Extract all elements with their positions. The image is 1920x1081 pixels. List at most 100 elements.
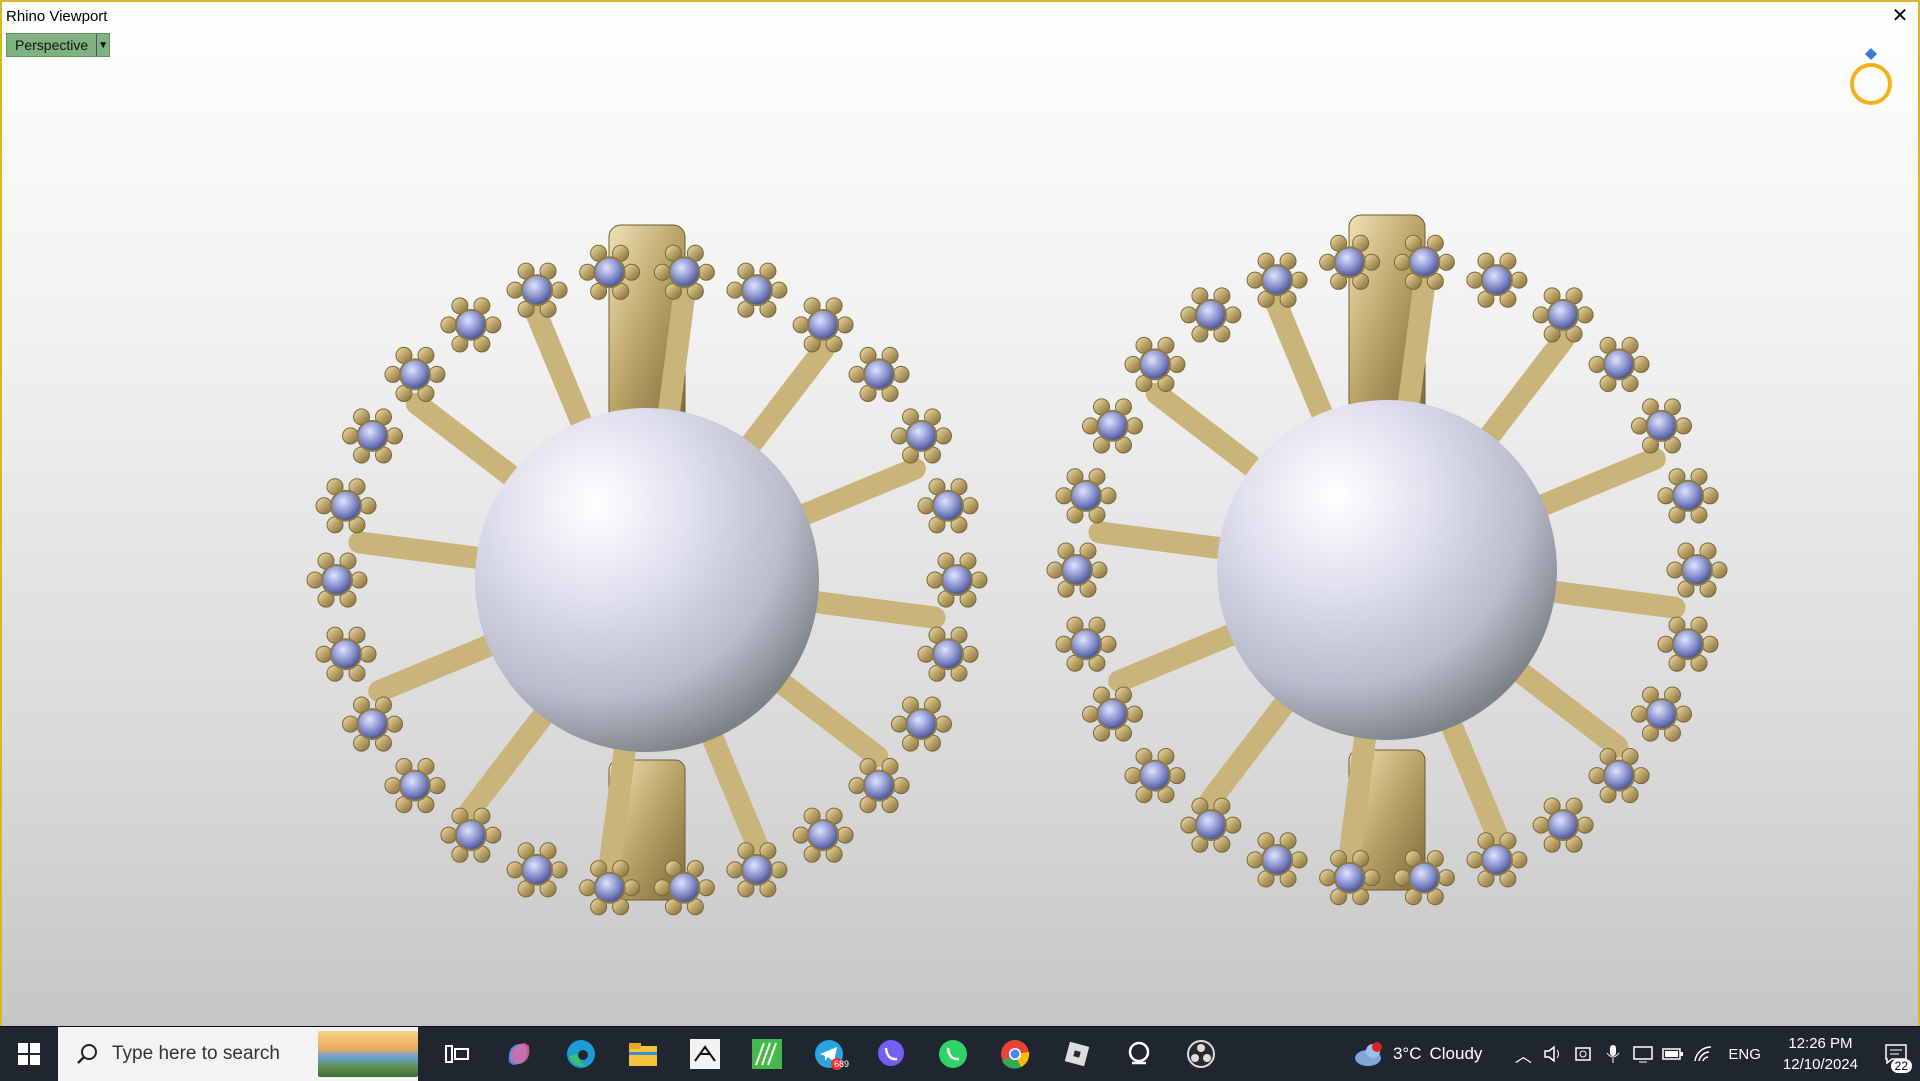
prong-bead [1055, 487, 1073, 505]
gemstone [905, 708, 938, 741]
wifi-button[interactable] [1688, 1027, 1718, 1081]
prong-bead [1532, 816, 1550, 834]
copilot-button[interactable] [488, 1027, 550, 1081]
volume-button[interactable] [1538, 1027, 1568, 1081]
prong-bead [792, 826, 810, 844]
prong-bead [1666, 561, 1684, 579]
prong-bead [961, 645, 979, 663]
prong-bead [1224, 816, 1242, 834]
whatsapp-button[interactable] [922, 1027, 984, 1081]
gemstone [1671, 479, 1704, 512]
prong-bead [1510, 271, 1528, 289]
file-explorer-button[interactable] [612, 1027, 674, 1081]
edge-icon [567, 1040, 595, 1068]
prong-bead [917, 497, 935, 515]
matrix-icon [752, 1039, 782, 1069]
spoke [368, 628, 516, 703]
prong-bead [890, 427, 908, 445]
prong-bead [1710, 561, 1728, 579]
prong-bead [1124, 767, 1142, 785]
prong-bead [892, 777, 910, 795]
prong-bead [1168, 355, 1186, 373]
prong-bead [1099, 635, 1117, 653]
prong-bead [428, 365, 446, 383]
prong-bead [428, 777, 446, 795]
clock-time: 12:26 PM [1788, 1035, 1853, 1052]
camera-button[interactable] [1568, 1027, 1598, 1081]
spoke [695, 711, 770, 859]
wifi-icon [1694, 1046, 1712, 1062]
prong-bead [1437, 869, 1455, 887]
prong-bead [961, 497, 979, 515]
gemstone [1547, 809, 1580, 842]
spoke [758, 663, 889, 768]
gemstone [668, 871, 701, 904]
prong-bead [350, 571, 368, 589]
search-box[interactable]: Type here to search [58, 1027, 418, 1081]
prong-bead [848, 777, 866, 795]
prong-bead [1290, 271, 1308, 289]
prong-bead [1532, 306, 1550, 324]
earring-left [306, 224, 988, 916]
prong-bead [1046, 561, 1064, 579]
start-button[interactable] [0, 1027, 58, 1081]
prong-bead [1466, 851, 1484, 869]
prong-bead [1319, 869, 1337, 887]
clock-date: 12/10/2024 [1782, 1056, 1858, 1073]
prong-bead [770, 281, 788, 299]
gemstone [593, 256, 626, 289]
gemstone [1070, 479, 1103, 512]
clock[interactable]: 12:26 PM 12/10/2024 [1783, 1033, 1858, 1075]
matrix-button[interactable] [736, 1027, 798, 1081]
telegram-button[interactable]: 689 [798, 1027, 860, 1081]
display-button[interactable] [1628, 1027, 1658, 1081]
prong-bead [1630, 705, 1648, 723]
prong-bead [792, 316, 810, 334]
battery-button[interactable] [1658, 1027, 1688, 1081]
gemstone [1681, 554, 1713, 586]
prong-bead [623, 263, 641, 281]
chevron-up-icon: ︿ [1514, 1046, 1532, 1066]
task-view-button[interactable] [426, 1027, 488, 1081]
prong-bead [1657, 635, 1675, 653]
gemstone [931, 489, 964, 522]
cloud-icon [1354, 1042, 1382, 1066]
gemstone [740, 853, 773, 886]
prong-bead [1437, 253, 1455, 271]
gemstone [668, 256, 701, 289]
notification-center-button[interactable]: 22 [1872, 1027, 1920, 1081]
prong-bead [1630, 417, 1648, 435]
language-indicator[interactable]: ENG [1728, 1046, 1761, 1063]
taskbar: Type here to search 689 3°C Cloudy ︿ ENG… [0, 1026, 1920, 1081]
camera-icon [1575, 1047, 1592, 1061]
weather-widget[interactable]: 3°C Cloudy [1353, 1041, 1482, 1067]
gemstone [330, 489, 363, 522]
gemstone [807, 819, 840, 852]
obs-button[interactable] [1170, 1027, 1232, 1081]
prong-bead [579, 263, 597, 281]
gemstone [521, 853, 554, 886]
spoke [1469, 328, 1575, 460]
show-hidden-icons-button[interactable]: ︿ [1508, 1027, 1538, 1081]
telegram-badge: 689 [834, 1059, 850, 1069]
prong-bead [653, 879, 671, 897]
gemstone [398, 358, 431, 391]
gemstone [1333, 861, 1366, 894]
viber-button[interactable] [860, 1027, 922, 1081]
prong-bead [726, 281, 744, 299]
chrome-button[interactable] [984, 1027, 1046, 1081]
keyshot-button[interactable] [1108, 1027, 1170, 1081]
prong-bead [1588, 767, 1606, 785]
zbrush-button[interactable] [674, 1027, 736, 1081]
microphone-button[interactable] [1598, 1027, 1628, 1081]
gemstone [1671, 628, 1704, 661]
prong-bead [726, 861, 744, 879]
edge-button[interactable] [550, 1027, 612, 1081]
gemstone [1645, 409, 1678, 442]
prong-bead [1701, 635, 1719, 653]
prong-bead [1632, 355, 1650, 373]
roblox-button[interactable] [1046, 1027, 1108, 1081]
prong-bead [1126, 417, 1144, 435]
prong-bead [1674, 705, 1692, 723]
prong-bead [1510, 851, 1528, 869]
